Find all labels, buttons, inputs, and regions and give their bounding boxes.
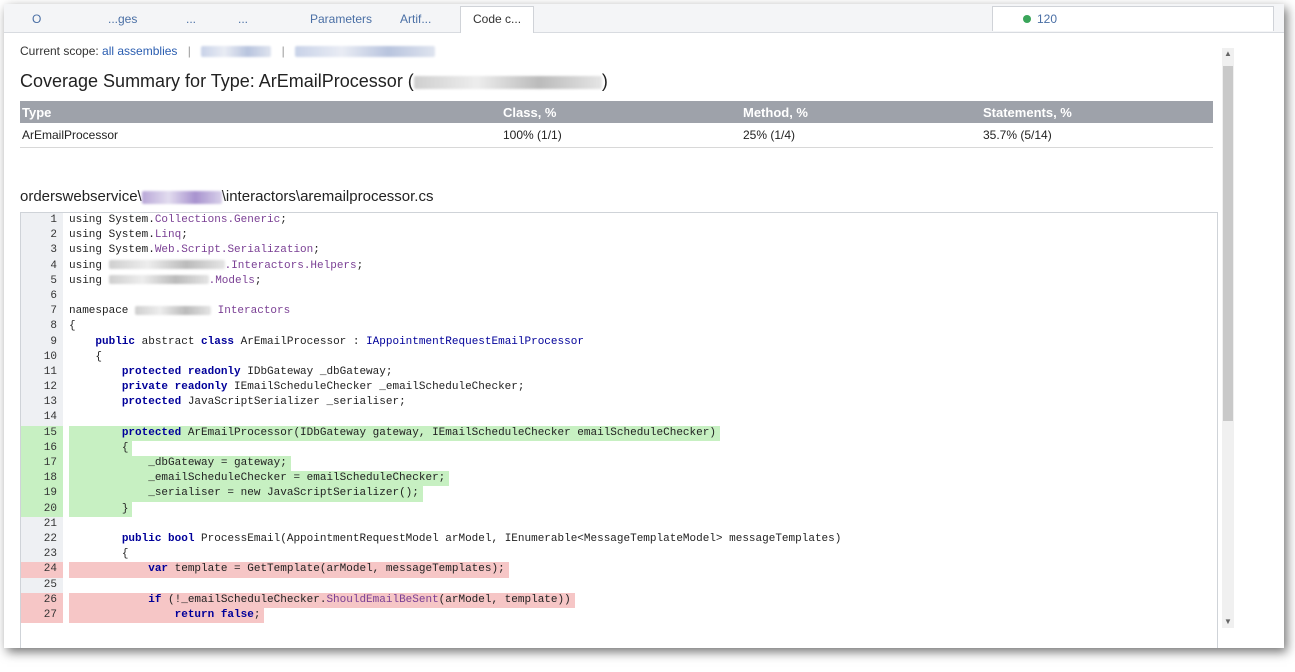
tab-tests[interactable]: ...	[186, 12, 196, 26]
col-method: Method, %	[741, 101, 981, 123]
code-line: 4 using .Interactors.Helpers;	[21, 258, 1217, 274]
code-line-uncovered: 24 var template = GetTemplate(arModel, m…	[21, 562, 1217, 578]
coverage-summary-table: Type Class, % Method, % Statements, % Ar…	[20, 101, 1213, 148]
col-statements: Statements, %	[981, 101, 1213, 123]
code-line: 14	[21, 410, 1217, 426]
code-line-covered: 19 _serialiser = new JavaScriptSerialize…	[21, 486, 1217, 502]
build-count: 120	[1037, 12, 1058, 26]
code-line: 25	[21, 577, 1217, 593]
scroll-up-icon[interactable]: ▲	[1222, 48, 1234, 60]
scope-assembly-link-redacted[interactable]	[201, 46, 272, 58]
tab-changes[interactable]: ...ges	[108, 12, 137, 26]
table-row: ArEmailProcessor 100% (1/1) 25% (1/4) 35…	[20, 123, 1213, 148]
code-line: 10 {	[21, 349, 1217, 365]
code-line-covered: 16 {	[21, 440, 1217, 457]
cell-type: ArEmailProcessor	[20, 123, 501, 148]
code-line: 12 private readonly IEmailScheduleChecke…	[21, 380, 1217, 396]
scope-breadcrumb: Current scope: all assemblies | |	[20, 42, 1218, 60]
cell-statements: 35.7% (5/14)	[981, 123, 1213, 148]
app-window: O ...ges ... ... Parameters Artif... Cod…	[4, 4, 1284, 648]
main-content: Current scope: all assemblies | | Covera…	[20, 42, 1218, 648]
code-line: 7 namespace Interactors	[21, 304, 1217, 320]
tab-bar: O ...ges ... ... Parameters Artif... Cod…	[4, 4, 1284, 33]
scope-label: Current scope:	[20, 44, 99, 58]
source-code-view: 1 using System.Collections.Generic; 2 usin…	[20, 212, 1218, 648]
scrollbar-thumb[interactable]	[1223, 66, 1233, 421]
tab-artifacts[interactable]: Artif...	[400, 12, 431, 26]
code-line: 21	[21, 516, 1217, 532]
code-line: 9 public abstract class ArEmailProcessor…	[21, 334, 1217, 350]
code-line: 13 protected JavaScriptSerializer _seria…	[21, 395, 1217, 411]
namespace-redacted	[413, 75, 602, 89]
cell-class: 100% (1/1)	[501, 123, 741, 148]
code-line: 2 using System.Linq;	[21, 228, 1217, 244]
status-dot-icon	[1023, 15, 1031, 23]
build-status-tab[interactable]: 120	[992, 6, 1274, 31]
tab-parameters[interactable]: Parameters	[310, 12, 372, 26]
code-line-covered: 17 _dbGateway = gateway;	[21, 456, 1217, 472]
source-file-path: orderswebservice\ \interactors\aremailpro…	[20, 188, 434, 205]
code-line: 11 protected readonly IDbGateway _dbGate…	[21, 364, 1217, 381]
code-line: 23 {	[21, 547, 1217, 563]
code-line: 5 using .Models;	[21, 273, 1217, 289]
path-segment-redacted	[141, 190, 222, 204]
code-line-uncovered: 26 if (!_emailScheduleChecker.ShouldEmai…	[21, 592, 1217, 608]
col-class: Class, %	[501, 101, 741, 123]
col-type: Type	[20, 101, 501, 123]
tab-log[interactable]: ...	[238, 12, 248, 26]
code-line: 22 public bool ProcessEmail(AppointmentR…	[21, 531, 1217, 548]
tab-code-coverage[interactable]: Code c...	[460, 6, 535, 33]
scroll-down-icon[interactable]: ▼	[1222, 616, 1234, 628]
code-line: 1 using System.Collections.Generic;	[21, 213, 1217, 229]
tab-overview[interactable]: O	[32, 12, 41, 26]
code-line: 6	[21, 288, 1217, 305]
vertical-scrollbar[interactable]: ▲ ▼	[1222, 48, 1234, 628]
code-line: 8{	[21, 319, 1217, 335]
code-line-covered: 18 _emailScheduleChecker = emailSchedule…	[21, 471, 1217, 487]
code-line-covered: 15 protected ArEmailProcessor(IDbGateway…	[21, 425, 1217, 441]
page-title: Coverage Summary for Type: ArEmailProces…	[20, 71, 608, 91]
table-header-row: Type Class, % Method, % Statements, %	[20, 101, 1213, 123]
cell-method: 25% (1/4)	[741, 123, 981, 148]
code-line-uncovered: 27 return false;	[21, 607, 1217, 624]
code-line: 3 using System.Web.Script.Serialization;	[21, 243, 1217, 259]
scope-namespace-link-redacted[interactable]	[295, 46, 436, 58]
code-line-covered: 20 }	[21, 501, 1217, 517]
scope-all-assemblies-link[interactable]: all assemblies	[102, 44, 177, 58]
